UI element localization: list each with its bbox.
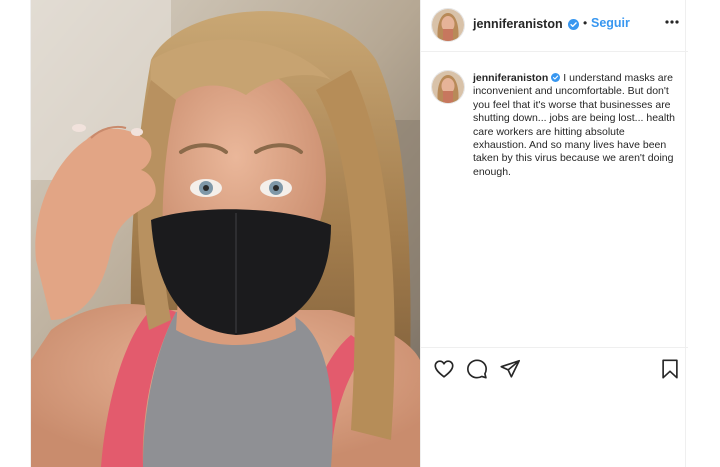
post-header: jenniferaniston • Seguir	[421, 0, 688, 52]
heart-icon	[434, 360, 454, 378]
bookmark-icon	[662, 359, 678, 379]
post-sidebar: jenniferaniston • Seguir jenniferaniston…	[420, 0, 688, 467]
separator-dot: •	[583, 16, 588, 30]
caption-avatar[interactable]	[432, 71, 464, 103]
comment-icon	[467, 359, 487, 379]
like-button[interactable]	[433, 358, 455, 380]
caption-profile-picture	[432, 71, 464, 103]
more-options-icon[interactable]	[665, 20, 679, 24]
caption-verified-badge-icon	[551, 73, 561, 82]
username-link[interactable]: jenniferaniston	[473, 17, 563, 31]
avatar[interactable]	[432, 9, 464, 41]
action-bar	[421, 347, 688, 391]
post-photo[interactable]	[31, 0, 420, 467]
profile-picture	[432, 9, 464, 41]
save-button[interactable]	[659, 358, 681, 380]
instagram-post: jenniferaniston • Seguir jenniferaniston…	[30, 0, 688, 467]
caption-text-block: jenniferaniston I understand masks are in…	[473, 72, 678, 179]
caption-username-link[interactable]: jenniferaniston	[473, 72, 548, 84]
follow-button[interactable]: Seguir	[591, 16, 630, 30]
verified-badge-icon	[568, 19, 579, 30]
share-icon	[500, 359, 520, 378]
comment-button[interactable]	[466, 358, 488, 380]
caption-body: I understand masks are inconvenient and …	[473, 72, 675, 178]
woman-in-mask-photo	[31, 0, 420, 467]
share-button[interactable]	[499, 358, 521, 380]
